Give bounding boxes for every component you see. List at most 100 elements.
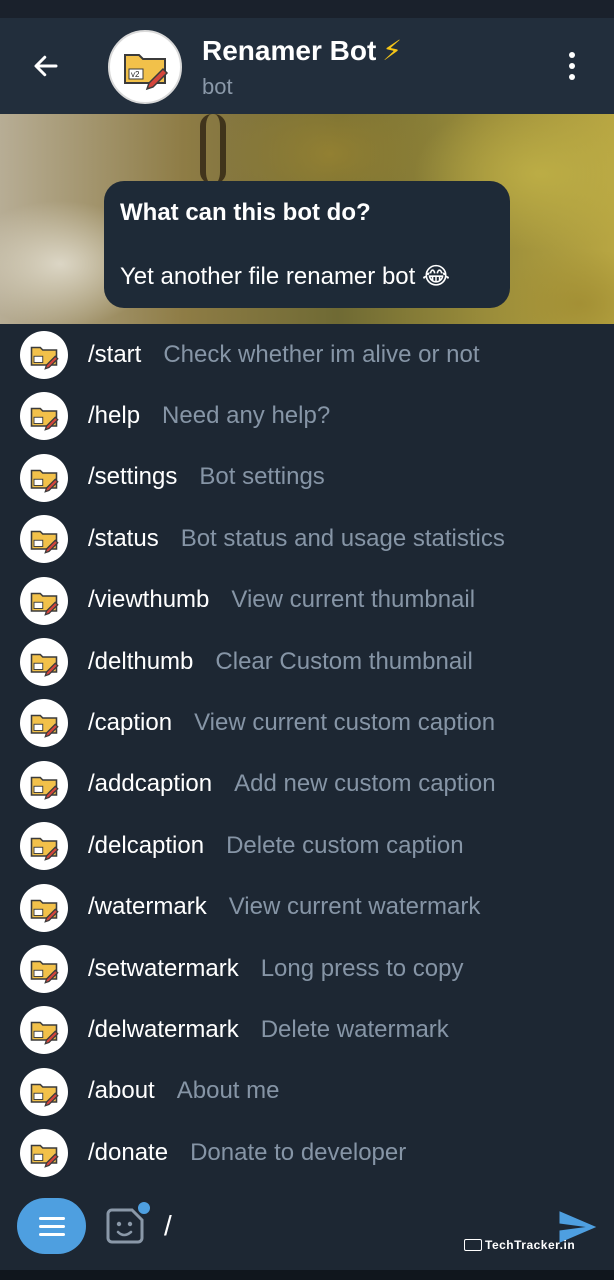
command-item-settings[interactable]: /settings Bot settings [0,447,614,508]
command-name: /watermark [88,893,207,921]
command-item-delthumb[interactable]: /delthumb Clear Custom thumbnail [0,631,614,692]
command-description: Delete watermark [260,1015,449,1043]
command-item-caption[interactable]: /caption View current custom caption [0,692,614,753]
bot-avatar-icon [20,1067,68,1116]
folder-pencil-icon [30,469,59,493]
bot-avatar-icon [20,515,68,564]
chat-title[interactable]: Renamer Bot ⚡ [202,34,402,67]
bot-avatar-icon [20,699,68,748]
command-name: /about [88,1077,155,1105]
command-description: Need any help? [162,402,331,430]
command-text: /setwatermark Long press to copy [88,938,464,999]
folder-pencil-icon [30,408,59,432]
more-vert-icon-dot [569,63,575,69]
bot-avatar-icon [20,883,68,932]
folder-pencil-icon [30,653,59,677]
command-name: /setwatermark [88,954,239,982]
folder-pencil-icon [30,1022,59,1046]
status-bar [0,0,614,18]
command-description: Bot status and usage statistics [180,524,505,552]
bot-avatar-icon [20,822,68,871]
command-name: /donate [88,1138,169,1166]
more-vert-icon [569,52,575,58]
bot-avatar-icon [20,1006,68,1055]
command-item-help[interactable]: /help Need any help? [0,385,614,446]
command-description: View current thumbnail [231,586,476,614]
monitor-icon [464,1239,482,1251]
sticker-button[interactable] [104,1200,152,1248]
command-text: /caption View current custom caption [88,692,495,753]
back-button[interactable] [22,42,70,90]
command-text: /donate Donate to developer [88,1122,406,1183]
command-item-addcaption[interactable]: /addcaption Add new custom caption [0,754,614,815]
command-text: /start Check whether im alive or not [88,324,479,385]
bot-info-text: Yet another file renamer bot 😂 [120,263,451,290]
command-text: /about About me [88,1061,279,1122]
bot-avatar-icon [20,453,68,502]
command-text: /watermark View current watermark [88,877,480,938]
bot-avatar-icon [20,576,68,625]
folder-pencil-icon [30,715,59,739]
message-input-bar: TechTracker.in [0,1184,614,1270]
folder-pencil-icon: v2 [124,54,169,91]
chat-title-text: Renamer Bot [202,35,377,66]
command-description: Donate to developer [190,1138,407,1166]
bot-avatar-icon [20,331,68,379]
folder-pencil-icon [30,592,59,616]
bot-avatar-icon [20,944,68,993]
folder-pencil-icon [30,530,59,554]
command-text: /viewthumb View current thumbnail [88,570,475,631]
command-item-about[interactable]: /about About me [0,1061,614,1122]
menu-icon-line [38,1232,65,1236]
command-item-watermark[interactable]: /watermark View current watermark [0,877,614,938]
more-options-button[interactable] [550,44,594,88]
bot-info-bubble: What can this bot do? Yet another file r… [104,181,510,308]
command-text: /help Need any help? [88,385,330,446]
watermark-text: TechTracker.in [485,1238,576,1252]
bot-menu-button[interactable] [17,1198,86,1254]
command-item-status[interactable]: /status Bot status and usage statistics [0,508,614,569]
command-text: /delcaption Delete custom caption [88,815,464,876]
command-item-start[interactable]: /start Check whether im alive or not [0,324,614,385]
bot-avatar-icon [20,1129,68,1178]
lightning-icon: ⚡ [382,35,402,66]
command-text: /delthumb Clear Custom thumbnail [88,631,473,692]
command-text: /settings Bot settings [88,447,325,508]
command-item-delwatermark[interactable]: /delwatermark Delete watermark [0,999,614,1060]
menu-icon-line [38,1224,65,1228]
bot-avatar-icon [20,760,68,809]
command-description: Clear Custom thumbnail [215,647,473,675]
command-text: /delwatermark Delete watermark [88,999,449,1060]
command-name: /delwatermark [88,1015,239,1043]
avatar-badge: v2 [131,70,140,79]
command-name: /caption [88,709,173,737]
bot-avatar[interactable]: v2 [108,30,182,104]
bot-avatar-icon [20,637,68,686]
menu-icon [38,1216,65,1220]
chat-header: v2 Renamer Bot ⚡ bot [0,18,614,114]
command-item-setwatermark[interactable]: /setwatermark Long press to copy [0,938,614,999]
command-description: View current custom caption [194,709,496,737]
command-name: /status [88,524,159,552]
command-description: Delete custom caption [226,831,464,859]
command-description: Long press to copy [260,954,464,982]
folder-pencil-icon [30,776,59,800]
command-item-donate[interactable]: /donate Donate to developer [0,1122,614,1183]
folder-pencil-icon [30,899,59,923]
command-description: Check whether im alive or not [163,340,480,368]
command-name: /help [88,402,141,430]
command-name: /delthumb [88,647,194,675]
folder-pencil-icon [30,1144,59,1168]
notification-dot [136,1200,152,1216]
folder-pencil-icon [30,837,59,861]
command-text: /addcaption Add new custom caption [88,754,496,815]
command-item-viewthumb[interactable]: /viewthumb View current thumbnail [0,570,614,631]
command-name: /start [88,340,142,368]
folder-pencil-icon [30,960,59,984]
arrow-left-icon [34,55,58,77]
command-list: /start Check whether im alive or not /he… [0,324,614,1184]
command-description: View current watermark [228,893,481,921]
command-text: /status Bot status and usage statistics [88,508,505,569]
folder-pencil-icon [30,1083,59,1107]
command-item-delcaption[interactable]: /delcaption Delete custom caption [0,815,614,876]
